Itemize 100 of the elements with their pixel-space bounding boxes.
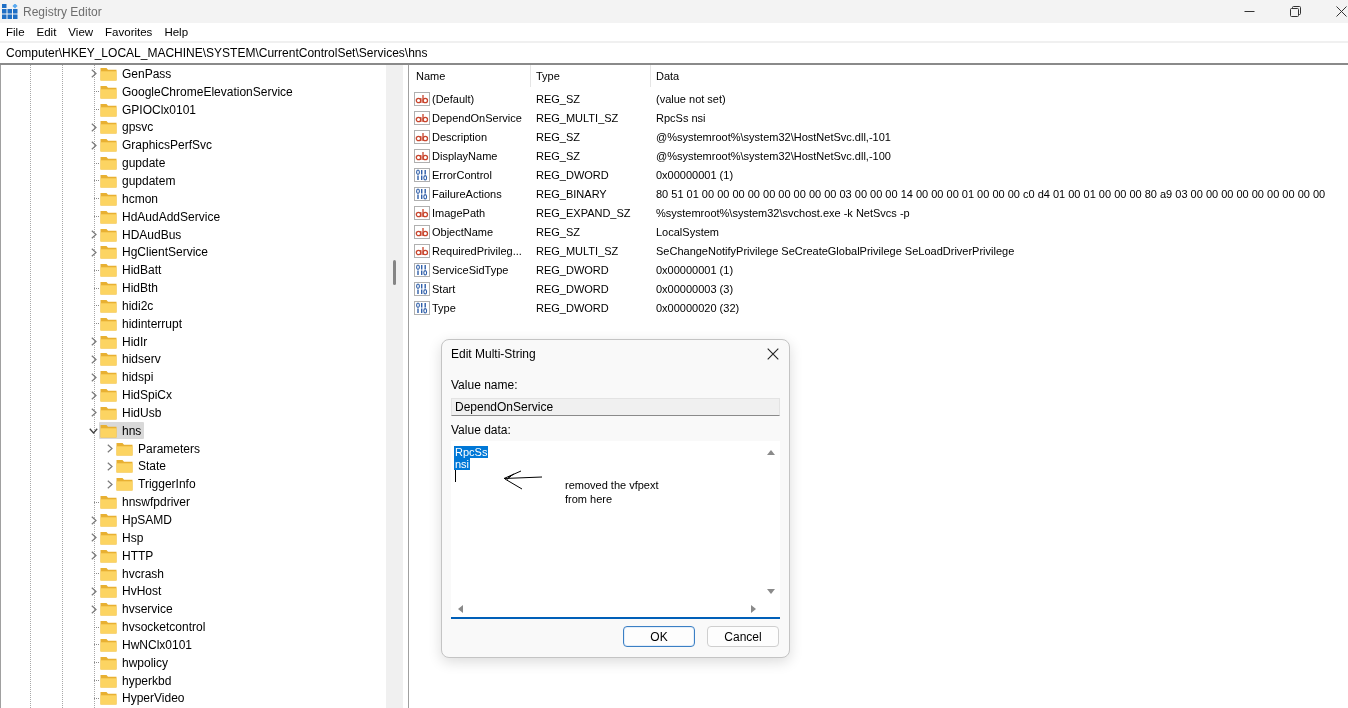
tree-item[interactable]: GraphicsPerfSvc	[99, 136, 216, 154]
window-title: Registry Editor	[23, 4, 102, 19]
value-type: REG_MULTI_SZ	[535, 111, 620, 124]
menu-item[interactable]: Help	[158, 26, 195, 38]
tree-item[interactable]: HwNClx0101	[99, 636, 196, 654]
tree-item[interactable]: HDAudBus	[99, 226, 185, 243]
restore-icon[interactable]	[1290, 6, 1301, 17]
chevron-right-icon[interactable]	[90, 230, 97, 239]
tree-item[interactable]: Parameters	[115, 440, 204, 458]
tree-item[interactable]: gupdatem	[99, 172, 179, 190]
value-data: (value not set)	[655, 92, 726, 105]
folder-icon	[100, 513, 117, 527]
chevron-right-icon[interactable]	[90, 515, 97, 525]
tree-item[interactable]: HTTP	[99, 547, 157, 565]
value-name: DependOnService	[432, 111, 522, 124]
chevron-right-icon[interactable]	[90, 551, 97, 561]
chevron-right-icon[interactable]	[90, 140, 97, 150]
value-name: ObjectName	[432, 225, 494, 238]
tree-item[interactable]: hidinterrupt	[99, 315, 186, 333]
tree-item[interactable]: hwpolicy	[99, 654, 172, 672]
tree-item[interactable]: hcmon	[99, 190, 162, 208]
value-name: ImagePath	[432, 206, 486, 219]
folder-icon	[100, 191, 117, 206]
chevron-right-icon[interactable]	[90, 354, 97, 364]
menu-item[interactable]: View	[62, 26, 100, 38]
folder-icon	[116, 441, 133, 456]
tree-item[interactable]: hvservice	[99, 600, 176, 618]
folder-icon	[100, 263, 117, 278]
tree-item[interactable]: hidserv	[99, 350, 164, 368]
column-header[interactable]: Type	[531, 65, 651, 87]
value-data: 80 51 01 00 00 00 00 00 00 00 00 00 03 00 00 00 14 00 00 00 01 00 00 00 c0 d4 01 00 01 00 00 00 80 a9 03 00 00 00 00 00 00 00 00 00	[655, 187, 1326, 200]
tree-item[interactable]: HidSpiCx	[99, 386, 175, 404]
chevron-right-icon[interactable]	[90, 69, 97, 79]
tree-item[interactable]: HvHost	[99, 582, 165, 600]
tree-item[interactable]: HidBatt	[99, 261, 165, 279]
tree-item[interactable]: hvsocketcontrol	[99, 618, 209, 636]
scroll-left-icon[interactable]	[458, 604, 463, 613]
tree-item[interactable]: HdAudAddService	[99, 208, 224, 226]
text-value-icon	[414, 243, 430, 258]
value-data: 0x00000001 (1)	[655, 168, 734, 181]
chevron-right-icon[interactable]	[106, 479, 113, 489]
tree-item[interactable]: hyperkbd	[99, 672, 175, 690]
chevron-right-icon[interactable]	[90, 533, 97, 543]
value-name-field[interactable]: DependOnService	[451, 398, 780, 416]
folder-icon	[100, 370, 117, 385]
tree-item[interactable]: HidBth	[99, 279, 162, 297]
column-header[interactable]: Data	[651, 65, 1348, 87]
chevron-right-icon[interactable]	[90, 247, 97, 257]
tree-item[interactable]: Hsp	[99, 529, 147, 547]
menu-item[interactable]: File	[0, 26, 31, 38]
tree-item[interactable]: gupdate	[99, 154, 169, 172]
value-data-field[interactable]: RpcSs nsi removed the vfpext from here	[451, 440, 780, 619]
tree-item[interactable]: TriggerInfo	[115, 475, 199, 493]
close-icon[interactable]	[1336, 6, 1347, 17]
close-icon[interactable]	[767, 348, 779, 360]
scrollbar-thumb[interactable]	[393, 260, 396, 285]
dialog-button[interactable]: OK	[623, 626, 695, 647]
chevron-right-icon[interactable]	[106, 462, 113, 471]
value-type: REG_EXPAND_SZ	[535, 206, 632, 219]
tree-item[interactable]: hidspi	[99, 368, 157, 386]
annotation-text: removed the vfpext from here	[565, 477, 659, 506]
scroll-up-icon[interactable]	[767, 449, 775, 455]
chevron-right-icon[interactable]	[106, 444, 113, 454]
folder-icon	[100, 620, 117, 635]
folder-icon	[100, 388, 117, 403]
tree-item[interactable]: HyperVideo	[99, 689, 188, 707]
value-name: ServiceSidType	[432, 263, 509, 276]
tree-item[interactable]: HidIr	[99, 333, 151, 351]
text-value-icon	[414, 129, 430, 144]
value-data: LocalSystem	[655, 225, 719, 238]
tree-item[interactable]: HidUsb	[99, 404, 165, 422]
chevron-right-icon[interactable]	[90, 604, 97, 614]
menu-item[interactable]: Edit	[30, 26, 63, 38]
chevron-right-icon[interactable]	[90, 586, 97, 596]
scroll-down-icon[interactable]	[767, 589, 775, 594]
folder-icon	[100, 209, 117, 224]
chevron-right-icon[interactable]	[90, 122, 97, 132]
chevron-right-icon[interactable]	[90, 372, 97, 382]
tree-item[interactable]: HpSAMD	[99, 511, 175, 529]
menu-item[interactable]: Favorites	[99, 26, 159, 38]
tree-item[interactable]: hns	[99, 422, 145, 440]
column-header[interactable]: Name	[409, 65, 531, 87]
value-type: REG_SZ	[535, 149, 581, 162]
tree-item[interactable]: GPIOClx0101	[99, 101, 200, 119]
chevron-right-icon[interactable]	[90, 408, 97, 418]
chevron-down-icon[interactable]	[89, 427, 98, 434]
tree-item[interactable]: GenPass	[99, 65, 175, 83]
scroll-right-icon[interactable]	[751, 604, 756, 613]
tree-item[interactable]: GoogleChromeElevationService	[99, 83, 296, 101]
dialog-button[interactable]: Cancel	[707, 626, 779, 647]
value-type: REG_DWORD	[535, 168, 610, 181]
tree-item[interactable]: State	[115, 458, 170, 475]
chevron-right-icon[interactable]	[90, 390, 97, 400]
tree-item[interactable]: hnswfpdriver	[99, 493, 194, 511]
chevron-right-icon[interactable]	[90, 337, 97, 347]
folder-icon	[100, 334, 117, 349]
tree-item[interactable]: HgClientService	[99, 243, 212, 261]
tree-item[interactable]: hidi2c	[99, 297, 157, 315]
tree-item[interactable]: hvcrash	[99, 565, 168, 583]
tree-item[interactable]: gpsvc	[99, 118, 157, 136]
